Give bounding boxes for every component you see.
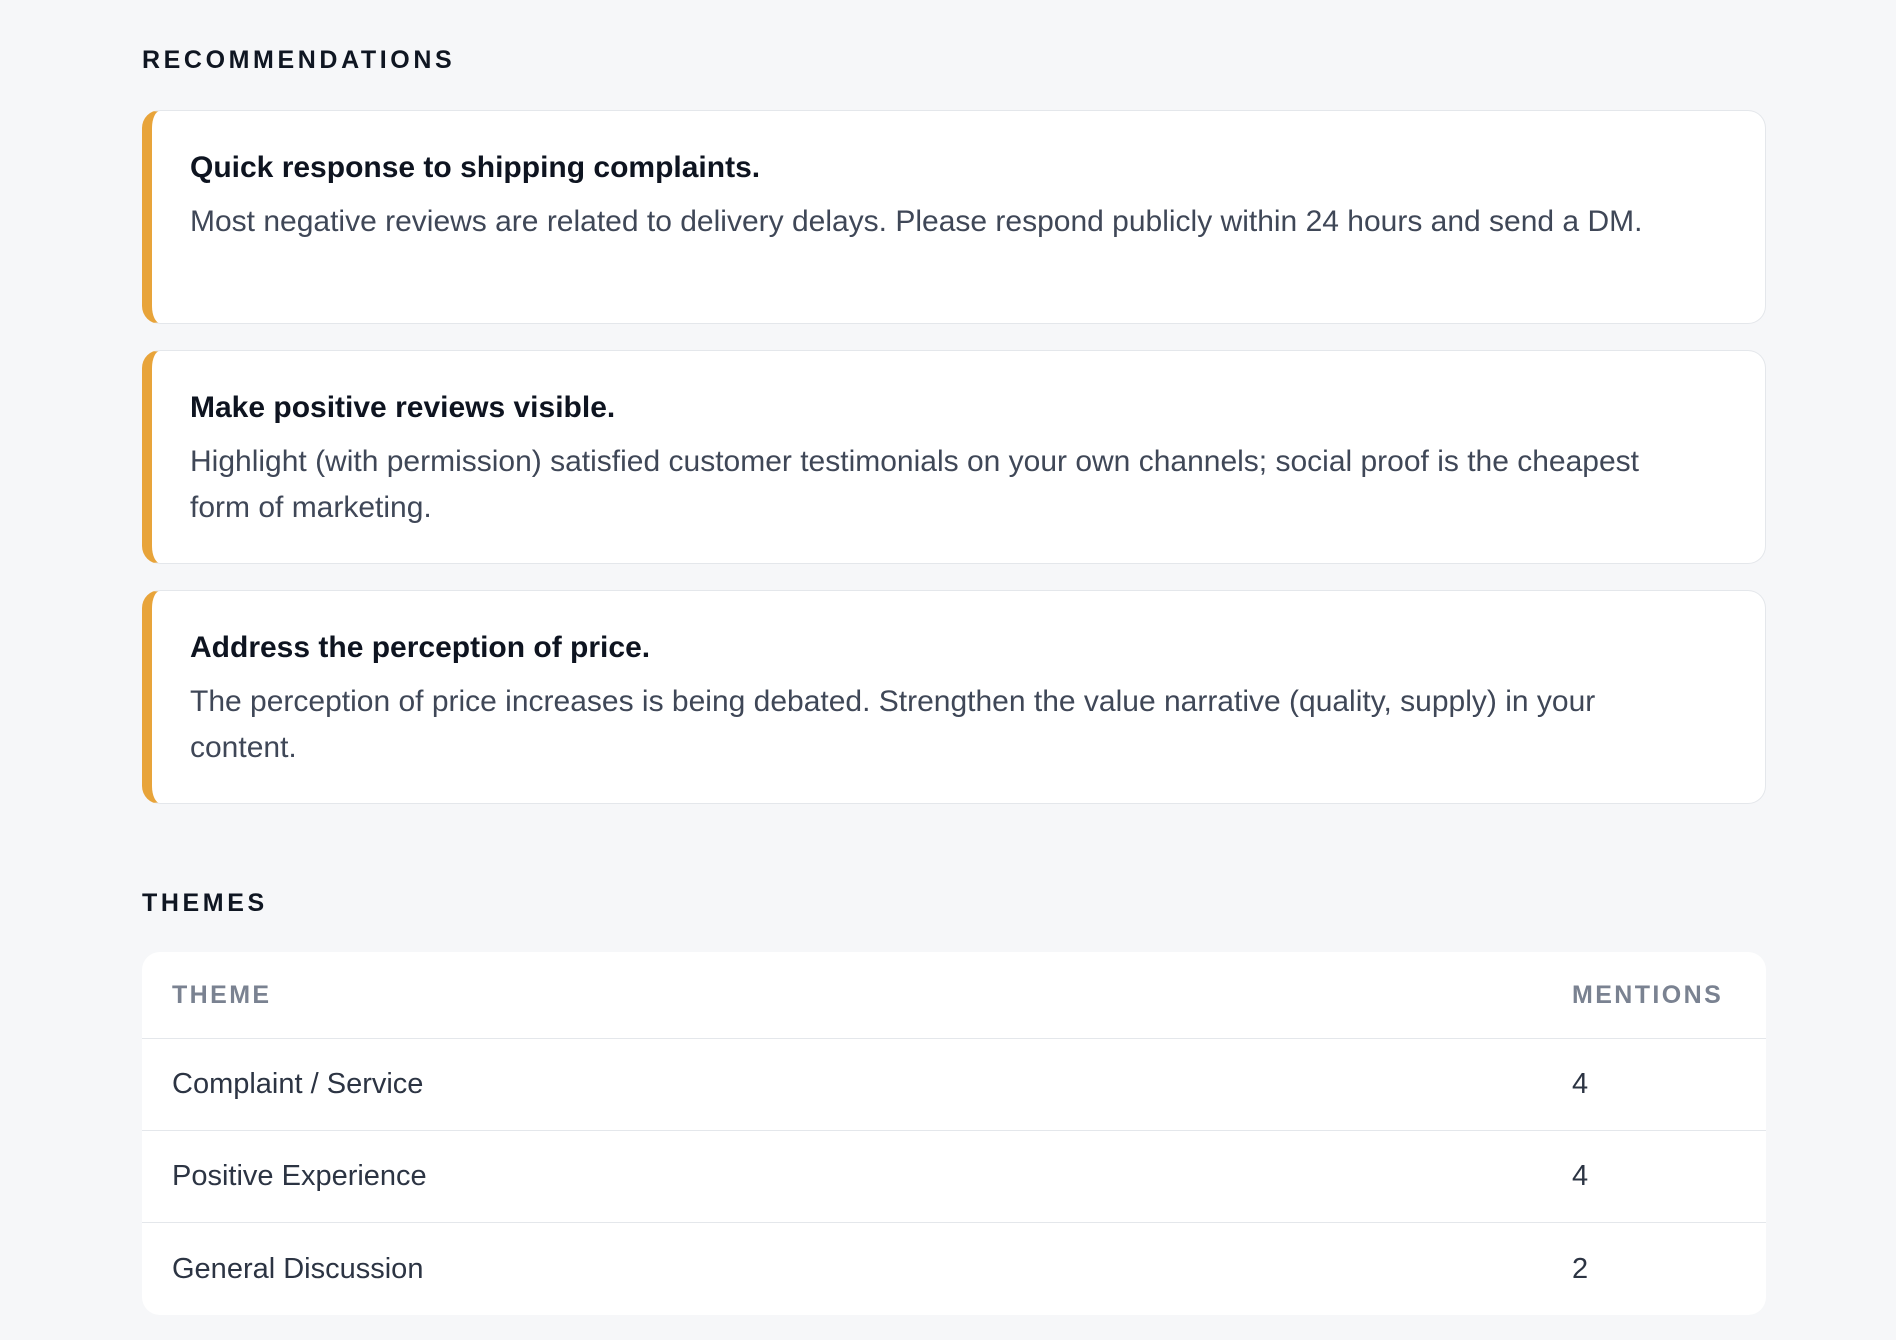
mentions-cell: 4 <box>1572 1160 1589 1192</box>
recommendation-body: Most negative reviews are related to del… <box>190 205 1643 238</box>
table-row: Positive Experience 4 <box>142 1131 1766 1223</box>
recommendation-heading: Quick response to shipping complaints. <box>190 151 761 184</box>
table-row: Complaint / Service 4 <box>142 1039 1766 1131</box>
theme-cell: Positive Experience <box>172 1160 427 1192</box>
recommendation-heading: Address the perception of price. <box>190 631 651 664</box>
table-row: General Discussion 2 <box>142 1223 1766 1315</box>
recommendations-list: Quick response to shipping complaints. M… <box>142 110 1766 830</box>
recommendation-card: Address the perception of price. The per… <box>142 590 1766 804</box>
table-header-row: THEME MENTIONS <box>142 952 1766 1039</box>
recommendation-heading: Make positive reviews visible. <box>190 391 616 424</box>
column-header-mentions[interactable]: MENTIONS <box>1572 981 1723 1010</box>
recommendation-body: The perception of price increases is bei… <box>190 685 1596 764</box>
column-header-theme[interactable]: THEME <box>172 981 272 1010</box>
recommendation-card: Make positive reviews visible. Highlight… <box>142 350 1766 564</box>
recommendation-card: Quick response to shipping complaints. M… <box>142 110 1766 324</box>
recommendation-body: Highlight (with permission) satisfied cu… <box>190 445 1640 524</box>
mentions-cell: 4 <box>1572 1068 1589 1100</box>
theme-cell: General Discussion <box>172 1252 424 1285</box>
themes-section-title: THEMES <box>142 889 268 917</box>
mentions-cell: 2 <box>1572 1252 1589 1285</box>
themes-table: THEME MENTIONS Complaint / Service 4 Pos… <box>142 952 1766 1315</box>
recommendations-section-title: RECOMMENDATIONS <box>142 46 456 74</box>
theme-cell: Complaint / Service <box>172 1068 424 1100</box>
report-page: RECOMMENDATIONS Quick response to shippi… <box>0 0 1896 1340</box>
